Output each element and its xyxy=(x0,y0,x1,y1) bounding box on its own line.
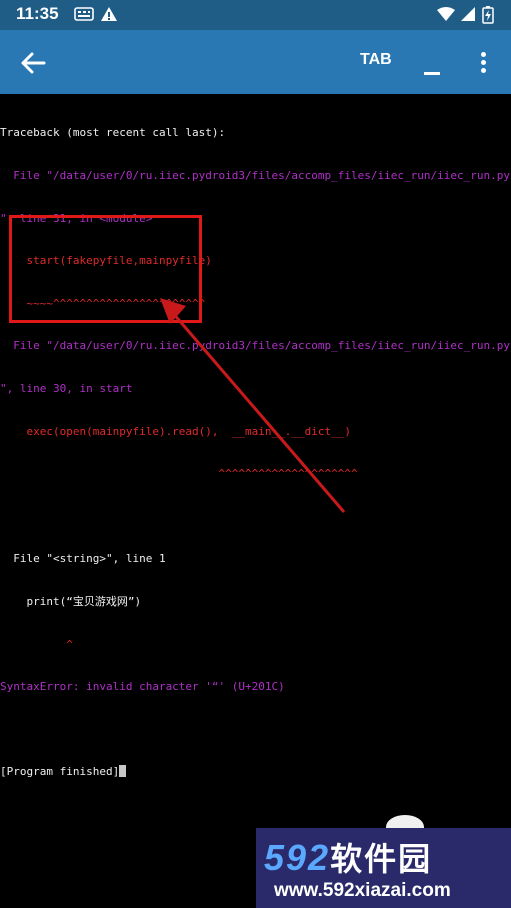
terminal-line: File "/data/user/0/ru.iiec.pydroid3/file… xyxy=(0,339,510,353)
minimize-keyboard-button[interactable] xyxy=(424,72,440,75)
warning-icon xyxy=(101,7,117,21)
terminal-output[interactable]: Traceback (most recent call last): File … xyxy=(0,98,511,794)
annotation-highlight-box xyxy=(9,215,202,323)
notification-icon xyxy=(74,7,94,21)
terminal-line: Traceback (most recent call last): xyxy=(0,126,226,140)
status-time: 11:35 xyxy=(16,4,59,23)
more-vert-icon[interactable] xyxy=(476,52,490,74)
wifi-icon xyxy=(437,7,455,21)
terminal-line: File "<string>", line 1 xyxy=(0,552,166,566)
arrow-left-icon[interactable] xyxy=(18,48,48,78)
tab-button[interactable]: TAB xyxy=(360,51,392,69)
terminal-line: File "/data/user/0/ru.iiec.pydroid3/file… xyxy=(0,169,510,182)
watermark-brand: 592软件园 xyxy=(264,837,433,878)
terminal-line: [Program finished] xyxy=(0,765,511,779)
battery-icon xyxy=(482,6,494,24)
site-watermark: 592软件园 www.592xiazai.com xyxy=(256,828,511,908)
terminal-line: ^^^^^^^^^^^^^^^^^^^^^ xyxy=(0,467,358,481)
status-bar: 11:35 xyxy=(0,0,511,30)
terminal-cursor xyxy=(119,765,127,778)
terminal-line: SyntaxError: invalid character '“' (U+20… xyxy=(0,680,285,694)
terminal-line: exec(open(mainpyfile).read(), __main__._… xyxy=(0,424,351,438)
app-bar: TAB xyxy=(0,30,511,94)
terminal-line: ^ xyxy=(0,637,73,651)
terminal-line: ", line 30, in start xyxy=(0,381,133,395)
watermark-site: www.592xiazai.com xyxy=(274,880,451,901)
terminal-line: print(“宝贝游戏网”) xyxy=(0,594,142,608)
signal-icon xyxy=(461,7,475,21)
